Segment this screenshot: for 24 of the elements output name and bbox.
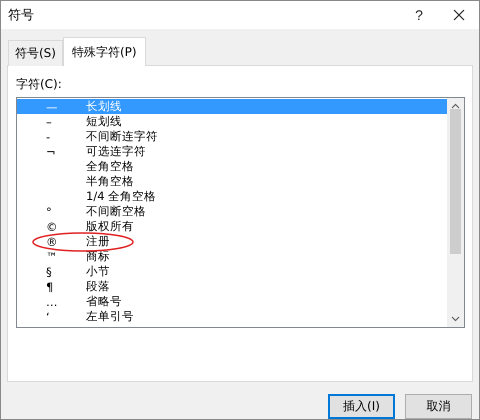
dialog-button[interactable]: 插入(I) [328,394,395,419]
dialog-button[interactable]: 取消 [405,394,472,419]
scrollbar[interactable] [447,98,464,327]
list-item[interactable]: § 小节 [17,264,447,279]
list-item[interactable]: 半角空格 [17,174,447,189]
list-item[interactable]: ™ 商标 [17,249,447,264]
list-item[interactable]: ® 注册 [17,234,447,249]
list-item[interactable]: 全角空格 [17,159,447,174]
list-item[interactable]: - 不间断连字符 [17,129,447,144]
list-item[interactable]: ¶ 段落 [17,279,447,294]
list-label: 字符(C): [16,76,63,93]
list-item[interactable]: ‘ 左单引号 [17,309,447,324]
list-item[interactable]: © 版权所有 [17,219,447,234]
list-item[interactable]: … 省略号 [17,294,447,309]
window-title: 符号 [8,7,35,24]
list-item[interactable]: – 短划线 [17,114,447,129]
scrollbar-thumb[interactable] [450,109,461,254]
close-icon [453,9,465,21]
list-item[interactable]: 1/4 全角空格 [17,189,447,204]
list-item[interactable]: ° 不间断空格 [17,204,447,219]
list-item[interactable]: ¬ 可选连字符 [17,144,447,159]
tab[interactable]: 特殊字符(P) [62,37,146,66]
tab[interactable]: 符号(S) [8,40,63,66]
help-button[interactable]: ? [399,1,439,29]
